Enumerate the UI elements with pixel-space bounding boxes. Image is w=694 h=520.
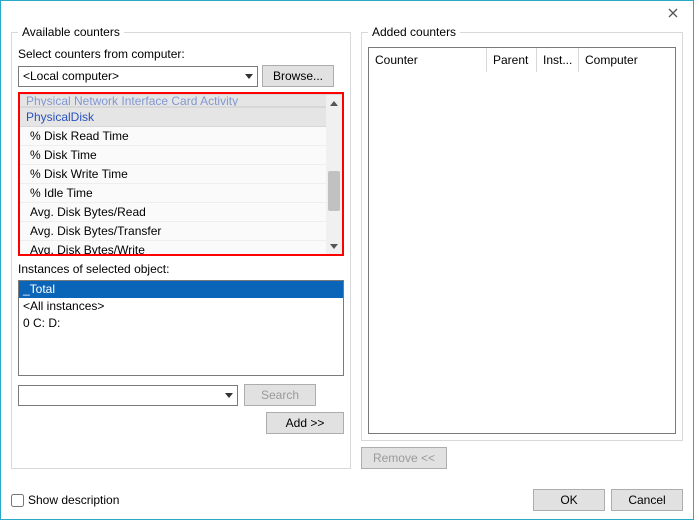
added-counters-table[interactable]: Counter Parent Inst... Computer: [368, 47, 676, 434]
counter-item[interactable]: % Idle Time: [20, 184, 342, 203]
added-counters-group: Added counters Counter Parent Inst... Co…: [361, 25, 683, 441]
close-icon: [668, 8, 678, 18]
dialog-content: Available counters Select counters from …: [1, 25, 693, 519]
titlebar: [1, 1, 693, 24]
add-row: Add >>: [18, 412, 344, 434]
counter-selection-highlight: Physical Network Interface Card Activity…: [18, 92, 344, 256]
select-from-computer-label: Select counters from computer:: [18, 47, 344, 61]
right-column: Added counters Counter Parent Inst... Co…: [361, 25, 683, 469]
counter-list[interactable]: Physical Network Interface Card Activity…: [20, 94, 342, 254]
col-computer[interactable]: Computer: [579, 48, 675, 72]
search-combo[interactable]: [18, 385, 238, 406]
counter-item[interactable]: Avg. Disk Bytes/Transfer: [20, 222, 342, 241]
table-header: Counter Parent Inst... Computer: [369, 48, 675, 72]
computer-combo[interactable]: [18, 66, 258, 87]
available-counters-group: Available counters Select counters from …: [11, 25, 351, 469]
footer-buttons: OK Cancel: [533, 489, 683, 511]
columns: Available counters Select counters from …: [11, 25, 683, 469]
show-description-label: Show description: [28, 493, 119, 507]
dialog-window: Available counters Select counters from …: [0, 0, 694, 520]
scroll-track[interactable]: [326, 111, 342, 238]
cancel-button[interactable]: Cancel: [611, 489, 683, 511]
search-row: Search: [18, 384, 344, 406]
select-computer-row: Browse...: [18, 65, 344, 87]
counter-item[interactable]: Avg. Disk Bytes/Write: [20, 241, 342, 254]
scroll-thumb[interactable]: [328, 171, 340, 211]
counter-list-scrollbar[interactable]: [326, 95, 342, 254]
col-inst[interactable]: Inst...: [537, 48, 579, 72]
col-counter[interactable]: Counter: [369, 48, 487, 72]
computer-combo-text[interactable]: [19, 67, 240, 86]
scroll-up-icon[interactable]: [326, 95, 342, 111]
footer: Show description OK Cancel: [11, 489, 683, 511]
col-parent[interactable]: Parent: [487, 48, 537, 72]
counter-item[interactable]: % Disk Time: [20, 146, 342, 165]
browse-button[interactable]: Browse...: [262, 65, 334, 87]
instance-item-all[interactable]: <All instances>: [19, 298, 343, 315]
show-description-input[interactable]: [11, 494, 24, 507]
instance-item-disks[interactable]: 0 C: D:: [19, 315, 343, 332]
scroll-down-icon[interactable]: [326, 238, 342, 254]
counter-item[interactable]: % Disk Read Time: [20, 127, 342, 146]
counter-category-prev[interactable]: Physical Network Interface Card Activity: [20, 95, 342, 107]
remove-row: Remove <<: [361, 447, 683, 469]
show-description-checkbox[interactable]: Show description: [11, 493, 119, 507]
add-button[interactable]: Add >>: [266, 412, 344, 434]
counter-item[interactable]: Avg. Disk Bytes/Read: [20, 203, 342, 222]
remove-button[interactable]: Remove <<: [361, 447, 447, 469]
instance-item-total[interactable]: _Total: [19, 281, 343, 298]
window-close-button[interactable]: [653, 1, 693, 24]
counter-category-prev-label: Physical Network Interface Card Activity: [26, 95, 238, 107]
instances-label: Instances of selected object:: [18, 262, 344, 276]
added-counters-legend: Added counters: [368, 25, 460, 39]
search-input[interactable]: [19, 386, 220, 405]
computer-combo-dropdown-icon[interactable]: [240, 67, 257, 86]
available-counters-legend: Available counters: [18, 25, 124, 39]
search-button[interactable]: Search: [244, 384, 316, 406]
ok-button[interactable]: OK: [533, 489, 605, 511]
search-combo-dropdown-icon[interactable]: [220, 386, 237, 405]
counter-item[interactable]: % Disk Write Time: [20, 165, 342, 184]
instances-list[interactable]: _Total <All instances> 0 C: D:: [18, 280, 344, 376]
counter-category[interactable]: PhysicalDisk: [20, 107, 342, 127]
counter-category-label: PhysicalDisk: [26, 110, 94, 124]
